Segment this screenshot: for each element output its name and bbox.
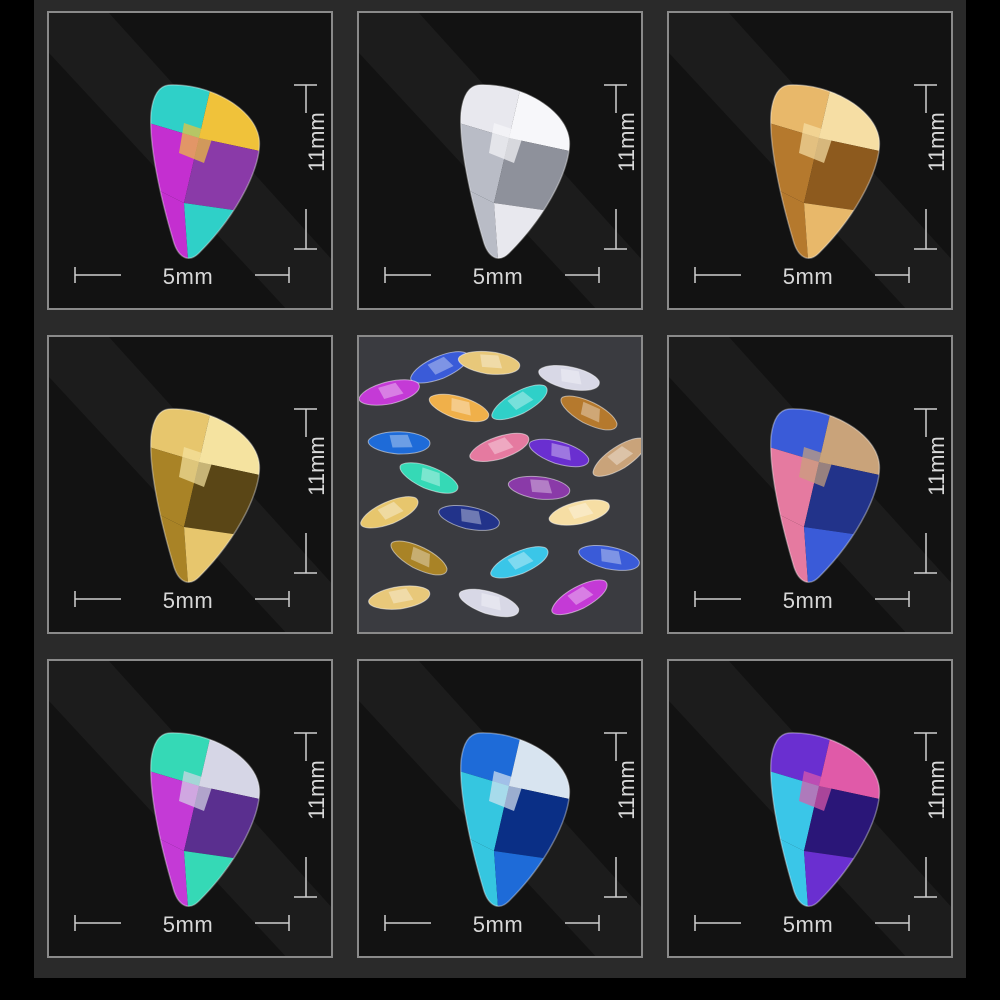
height-label: 11mm [304,436,329,496]
stone-tile-blue-ab: 5mm 11mm [357,659,643,958]
stone-tile-aurora-borealis: 5mm 11mm [47,11,333,310]
height-label: 11mm [304,112,329,172]
scattered-stones-photo [359,350,641,618]
photo-stone [578,545,640,571]
photo-stone [438,505,500,531]
photo-stone [592,437,641,477]
height-label: 11mm [924,760,949,820]
photo-stone [548,499,610,526]
width-label: 5mm [782,264,834,289]
photo-stone [390,540,448,576]
width-label: 5mm [162,912,214,937]
stone-tile-clear: 5mm 11mm [357,11,643,310]
photo-stone [528,438,590,468]
width-label: 5mm [782,588,834,613]
photo-stone [491,384,548,421]
photo-stone [368,585,431,610]
width-label: 5mm [472,912,524,937]
stone-tile-volcano: 5mm 11mm [667,335,953,634]
width-label: 5mm [472,264,524,289]
width-label: 5mm [782,912,834,937]
width-label: 5mm [162,588,214,613]
photo-stone [469,432,530,462]
stone-tile-purple-velvet: 5mm 11mm [667,659,953,958]
photo-stone [360,496,419,529]
photo-stone [560,395,618,431]
height-label: 11mm [924,112,949,172]
photo-stone [551,579,608,616]
photo-stone [399,462,459,494]
photo-stone [457,350,521,375]
product-board: 5mm 11mm 5mm 11mm 5mm 11mm 5mm 11mm 5mm … [34,0,966,978]
height-label: 11mm [614,760,639,820]
width-label: 5mm [162,264,214,289]
height-label: 11mm [924,436,949,496]
stones-photo-tile [357,335,643,634]
photo-stone [367,431,431,455]
stone-tile-paradise-shine: 5mm 11mm [47,659,333,958]
stone-tile-champagne: 5mm 11mm [667,11,953,310]
height-label: 11mm [614,112,639,172]
photo-stone [458,588,520,618]
photo-stone [507,475,571,500]
photo-stone [490,546,549,579]
photo-stone [428,393,490,423]
height-label: 11mm [304,760,329,820]
stone-tile-gold-back: 5mm 11mm [47,335,333,634]
photo-stone [359,379,420,406]
